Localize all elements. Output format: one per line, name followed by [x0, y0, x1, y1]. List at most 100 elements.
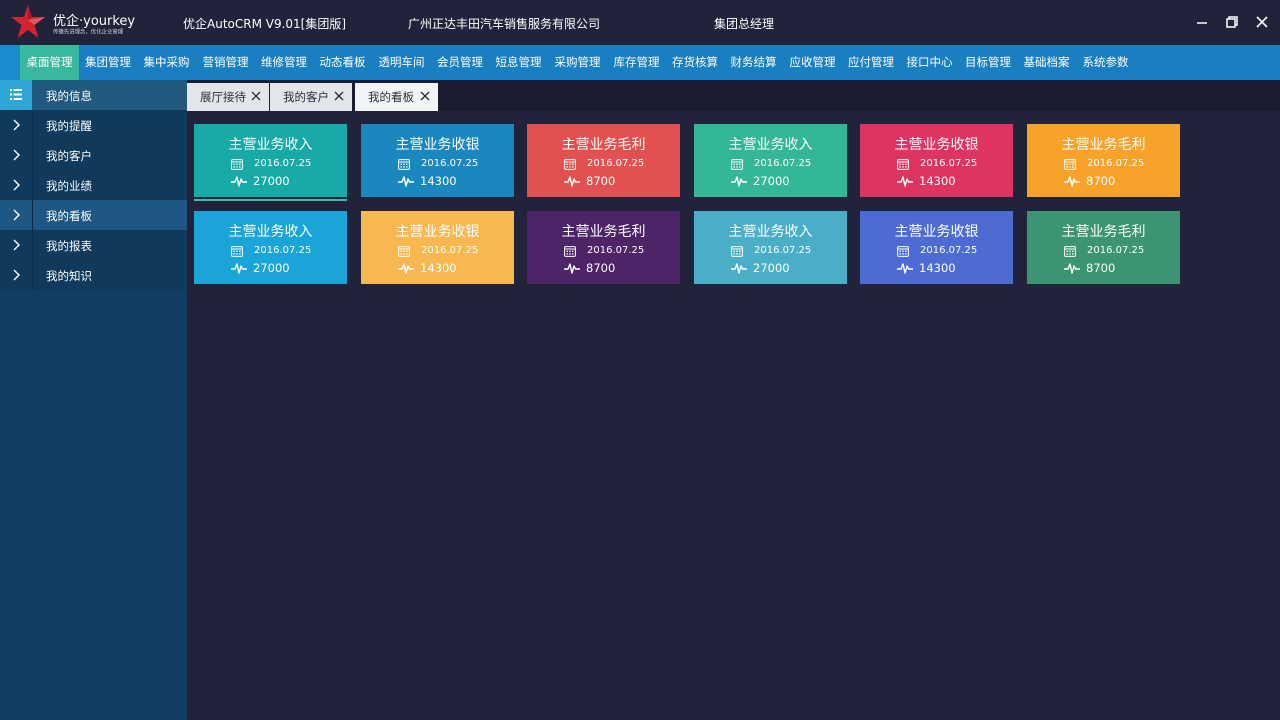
- calendar-icon: [398, 246, 410, 257]
- card-title: 主营业务收银: [894, 224, 979, 240]
- card-date: 2016.07.25: [1087, 158, 1145, 169]
- kpi-card[interactable]: 主营业务毛利 2016.07.25 8700: [527, 211, 680, 284]
- pulse-icon: [398, 263, 414, 274]
- pulse-icon: [897, 176, 913, 187]
- pulse-icon: [564, 176, 580, 187]
- sidebar-header-my-info[interactable]: 我的信息: [0, 80, 187, 110]
- user-role: 集团总经理: [714, 17, 775, 31]
- calendar-icon: [398, 159, 410, 170]
- menu-item-dynamic-board[interactable]: 动态看板: [313, 45, 372, 80]
- kpi-card[interactable]: 主营业务毛利 2016.07.25 8700: [1027, 124, 1180, 197]
- sidebar-item-dashboard[interactable]: 我的看板: [0, 200, 187, 230]
- sidebar-item-reports[interactable]: 我的报表: [0, 230, 187, 260]
- sidebar-separator: [32, 170, 33, 200]
- kpi-card[interactable]: 主营业务收入 2016.07.25 27000: [694, 211, 847, 284]
- sidebar-item-customers[interactable]: 我的客户: [0, 140, 187, 170]
- card-title: 主营业务毛利: [561, 137, 646, 153]
- kpi-card[interactable]: 主营业务收入 2016.07.25 27000: [694, 124, 847, 197]
- calendar-icon: [731, 246, 743, 257]
- menu-lead: [0, 45, 20, 80]
- menu-item-desktop[interactable]: 桌面管理: [20, 45, 79, 80]
- calendar-icon: [231, 159, 243, 170]
- close-icon[interactable]: [332, 89, 346, 103]
- card-title: 主营业务毛利: [1061, 224, 1146, 240]
- chevron-right-icon: [13, 209, 20, 221]
- kpi-card[interactable]: 主营业务毛利 2016.07.25 8700: [1027, 211, 1180, 284]
- tab-my-customers[interactable]: 我的客户: [270, 83, 352, 111]
- calendar-icon: [897, 159, 909, 170]
- sidebar-item-label: 我的客户: [46, 149, 92, 163]
- kpi-card[interactable]: 主营业务收银 2016.07.25 14300: [860, 124, 1013, 197]
- tab-label: 展厅接待: [200, 90, 246, 104]
- card-value: 14300: [919, 174, 956, 188]
- pulse-icon: [231, 176, 247, 187]
- card-date: 2016.07.25: [920, 245, 978, 256]
- tab-bar: 展厅接待 我的客户 我的看板: [187, 80, 1280, 111]
- card-date: 2016.07.25: [254, 245, 312, 256]
- calendar-icon: [1064, 246, 1076, 257]
- menu-item-group[interactable]: 集团管理: [79, 45, 137, 80]
- sidebar-separator: [32, 140, 33, 170]
- tab-label: 我的看板: [368, 90, 414, 104]
- card-value: 8700: [1086, 261, 1116, 275]
- pulse-icon: [897, 263, 913, 274]
- menu-item-base-archive[interactable]: 基础档案: [1017, 45, 1076, 80]
- company-name: 广州正达丰田汽车销售服务有限公司: [408, 17, 601, 31]
- card-title: 主营业务毛利: [561, 224, 646, 240]
- close-icon[interactable]: [1254, 14, 1270, 30]
- sidebar: 我的信息 我的提醒 我的客户 我的业绩 我的看板 我的报表 我的知识: [0, 80, 187, 720]
- menu-item-central-purchase[interactable]: 集中采购: [137, 45, 196, 80]
- kpi-card[interactable]: 主营业务收银 2016.07.25 14300: [361, 211, 514, 284]
- pulse-icon: [1064, 176, 1080, 187]
- pulse-icon: [231, 263, 247, 274]
- kpi-card[interactable]: 主营业务收银 2016.07.25 14300: [860, 211, 1013, 284]
- minimize-icon[interactable]: [1194, 14, 1210, 30]
- card-title: 主营业务收入: [228, 137, 313, 153]
- card-date: 2016.07.25: [421, 245, 479, 256]
- sidebar-item-performance[interactable]: 我的业绩: [0, 170, 187, 200]
- sidebar-item-label: 我的知识: [46, 269, 92, 283]
- chevron-right-icon: [13, 149, 20, 161]
- calendar-icon: [1064, 159, 1076, 170]
- menu-item-stock-accounting[interactable]: 存货核算: [666, 45, 724, 80]
- card-value: 27000: [253, 261, 290, 275]
- card-title: 主营业务收银: [395, 224, 480, 240]
- title-bar: 优企·yourkey 传播先进理念，优化企业管理 优企AutoCRM V9.01…: [0, 0, 1280, 45]
- sidebar-item-label: 我的业绩: [46, 179, 92, 193]
- menu-item-targets[interactable]: 目标管理: [959, 45, 1017, 80]
- menu-item-system-params[interactable]: 系统参数: [1076, 45, 1135, 80]
- menu-item-member[interactable]: 会员管理: [431, 45, 489, 80]
- sidebar-header-label: 我的信息: [46, 89, 92, 103]
- sidebar-item-knowledge[interactable]: 我的知识: [0, 260, 187, 290]
- menu-item-workshop[interactable]: 透明车间: [372, 45, 431, 80]
- menu-item-payables[interactable]: 应付管理: [842, 45, 900, 80]
- kpi-card[interactable]: 主营业务收入 2016.07.25 27000: [194, 211, 347, 284]
- menu-item-receivables[interactable]: 应收管理: [783, 45, 842, 80]
- close-icon[interactable]: [249, 89, 263, 103]
- card-value: 27000: [753, 174, 790, 188]
- tab-showroom[interactable]: 展厅接待: [187, 83, 269, 111]
- menu-item-purchase[interactable]: 采购管理: [548, 45, 607, 80]
- selected-card-indicator: [194, 199, 347, 201]
- kpi-card[interactable]: 主营业务毛利 2016.07.25 8700: [527, 124, 680, 197]
- tab-my-dashboard[interactable]: 我的看板: [355, 83, 438, 111]
- pulse-icon: [398, 176, 414, 187]
- card-date: 2016.07.25: [1087, 245, 1145, 256]
- menu-item-finance[interactable]: 财务结算: [724, 45, 783, 80]
- menu-item-sms[interactable]: 短息管理: [489, 45, 548, 80]
- restore-icon[interactable]: [1224, 14, 1240, 30]
- sidebar-item-reminders[interactable]: 我的提醒: [0, 110, 187, 140]
- sidebar-separator: [32, 260, 33, 290]
- main-menu: 桌面管理 集团管理 集中采购 营销管理 维修管理 动态看板 透明车间 会员管理 …: [0, 45, 1280, 80]
- kpi-card[interactable]: 主营业务收入 2016.07.25 27000: [194, 124, 347, 197]
- menu-item-repair[interactable]: 维修管理: [255, 45, 313, 80]
- menu-item-marketing[interactable]: 营销管理: [196, 45, 255, 80]
- sidebar-item-label: 我的提醒: [46, 119, 92, 133]
- menu-item-interface[interactable]: 接口中心: [900, 45, 959, 80]
- kpi-card[interactable]: 主营业务收银 2016.07.25 14300: [361, 124, 514, 197]
- sidebar-item-label: 我的看板: [46, 209, 92, 223]
- list-icon-box: [0, 80, 32, 110]
- card-title: 主营业务收入: [728, 224, 813, 240]
- close-icon[interactable]: [418, 89, 432, 103]
- menu-item-inventory[interactable]: 库存管理: [607, 45, 666, 80]
